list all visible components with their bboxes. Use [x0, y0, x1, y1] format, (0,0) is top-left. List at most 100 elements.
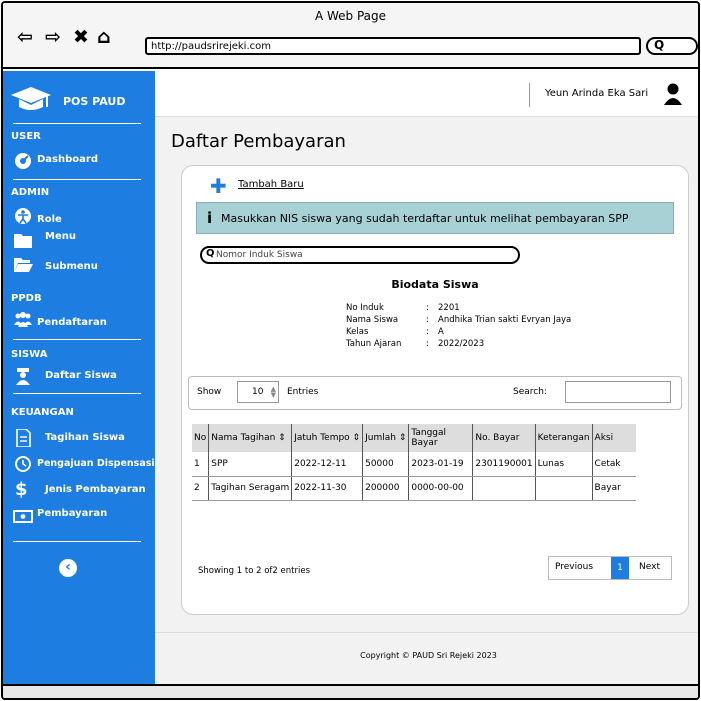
- folder-icon: [14, 234, 32, 248]
- sidebar-item-pendaftaran[interactable]: Pendaftaran: [11, 311, 155, 331]
- cell-no: 1: [192, 452, 210, 477]
- no-induk-label: No Induk: [346, 303, 384, 313]
- window-title: A Web Page: [314, 9, 387, 23]
- divider: [13, 123, 141, 124]
- header-divider: [529, 83, 530, 107]
- search-label: Search:: [513, 387, 547, 397]
- entries-label: Entries: [287, 387, 319, 397]
- close-icon[interactable]: ✖: [73, 27, 89, 47]
- previous-button[interactable]: Previous: [555, 562, 593, 572]
- sidebar-item-menu[interactable]: Menu: [11, 231, 155, 251]
- folder-open-icon: [14, 258, 33, 272]
- show-label: Show: [197, 387, 222, 397]
- table-controls: Show 10 ▲ ▼ Entries Search:: [188, 376, 682, 410]
- sidebar-item-label: Daftar Siswa: [45, 370, 117, 381]
- no-induk-value: 2201: [438, 303, 460, 313]
- accessibility-icon: [15, 208, 31, 224]
- cell-keterangan: [535, 476, 593, 501]
- table-search-input[interactable]: [565, 381, 671, 403]
- col-tanggal-bayar[interactable]: Tanggal Bayar: [408, 424, 474, 452]
- sidebar-item-tagihan-siswa[interactable]: Tagihan Siswa: [11, 429, 155, 449]
- col-nama-tagihan[interactable]: Nama Tagihan ⇕: [208, 424, 293, 452]
- collapse-sidebar-icon[interactable]: ‹: [59, 559, 77, 577]
- section-user: USER: [11, 131, 41, 142]
- col-keterangan[interactable]: Keterangan: [535, 424, 593, 452]
- cell-jumlah: 200000: [362, 476, 410, 501]
- divider: [13, 339, 141, 340]
- graduation-cap-icon: [11, 87, 51, 110]
- brand[interactable]: POS PAUD: [11, 85, 151, 117]
- col-jatuh-tempo[interactable]: Jatuh Tempo ⇕: [291, 424, 364, 452]
- section-siswa: SISWA: [11, 349, 48, 360]
- divider: [13, 541, 141, 542]
- payments-table: No Nama Tagihan ⇕ Jatuh Tempo ⇕ Jumlah ⇕…: [192, 424, 637, 501]
- sidebar: POS PAUD USER Dashboard ADMIN Role Menu …: [3, 71, 155, 689]
- browser-chrome: A Web Page ⇦ ⇨ ✖ ⌂ http://paudsrirejeki.…: [3, 3, 698, 69]
- sidebar-item-label: Pendaftaran: [37, 317, 107, 328]
- col-aksi: Aksi: [592, 424, 637, 452]
- back-arrow-icon[interactable]: ⇦: [17, 27, 33, 47]
- next-button[interactable]: Next: [639, 562, 660, 572]
- sidebar-item-submenu[interactable]: Submenu: [11, 255, 155, 275]
- table-row: 1 SPP 2022-12-11 50000 2023-01-19 230119…: [192, 452, 637, 477]
- table-header-row: No Nama Tagihan ⇕ Jatuh Tempo ⇕ Jumlah ⇕…: [192, 424, 637, 452]
- section-keuangan: KEUANGAN: [11, 407, 74, 418]
- col-no-bayar[interactable]: No. Bayar: [472, 424, 536, 452]
- sidebar-item-pengajuan-dispensasi[interactable]: Pengajuan Dispensasi: [11, 455, 155, 475]
- sidebar-item-role[interactable]: Role: [11, 207, 155, 227]
- entries-select[interactable]: 10 ▲ ▼: [237, 381, 279, 403]
- cell-no-bayar: 2301190001: [472, 452, 536, 477]
- page-1-button[interactable]: 1: [611, 557, 629, 579]
- footer-copyright: Copyright © PAUD Sri Rejeki 2023: [360, 651, 497, 660]
- nis-placeholder: Nomor Induk Siswa: [216, 250, 303, 260]
- url-bar[interactable]: http://paudsrirejeki.com: [145, 37, 641, 55]
- home-icon[interactable]: ⌂: [97, 27, 111, 47]
- cell-no-bayar: [472, 476, 536, 501]
- colon: :: [426, 327, 429, 337]
- money-bill-icon: [13, 510, 33, 523]
- colon: :: [426, 339, 429, 349]
- content-card: ✚ Tambah Baru i Masukkan NIS siswa yang …: [181, 165, 689, 615]
- main-content: Daftar Pembayaran ✚ Tambah Baru i Masukk…: [155, 117, 698, 689]
- cetak-button[interactable]: Cetak: [592, 452, 637, 477]
- forward-arrow-icon[interactable]: ⇨: [45, 27, 61, 47]
- student-icon: [16, 368, 30, 385]
- cell-tanggal-bayar: 0000-00-00: [408, 476, 474, 501]
- browser-search[interactable]: Q: [646, 37, 698, 55]
- sidebar-item-pembayaran[interactable]: Pembayaran: [11, 507, 155, 527]
- col-jumlah[interactable]: Jumlah ⇕: [362, 424, 410, 452]
- cell-jatuh-tempo: 2022-11-30: [291, 476, 364, 501]
- sidebar-item-label: Pengajuan Dispensasi: [37, 458, 155, 469]
- user-name[interactable]: Yeun Arinda Eka Sari: [545, 88, 648, 99]
- top-header: Yeun Arinda Eka Sari: [155, 71, 698, 117]
- sidebar-item-label: Pembayaran: [37, 508, 108, 519]
- bayar-button[interactable]: Bayar: [592, 476, 637, 501]
- user-avatar-icon[interactable]: [664, 83, 682, 105]
- cell-no: 2: [192, 476, 210, 501]
- sidebar-item-daftar-siswa[interactable]: Daftar Siswa: [11, 367, 155, 387]
- search-icon: Q: [654, 38, 665, 52]
- sidebar-item-label: Submenu: [45, 261, 98, 272]
- nama-value: Andhika Trian sakti Evryan Jaya: [438, 315, 572, 325]
- stepper-icon: ▲ ▼: [270, 385, 276, 399]
- document-icon: [16, 429, 31, 447]
- info-alert: i Masukkan NIS siswa yang sudah terdafta…: [196, 202, 674, 234]
- info-icon: i: [207, 209, 213, 227]
- divider: [13, 393, 141, 394]
- colon: :: [426, 315, 429, 325]
- sidebar-item-jenis-pembayaran[interactable]: $ Jenis Pembayaran: [11, 479, 155, 501]
- showing-entries: Showing 1 to 2 of2 entries: [198, 566, 311, 576]
- brand-name: POS PAUD: [63, 95, 126, 108]
- cell-keterangan: Lunas: [535, 452, 593, 477]
- cell-jumlah: 50000: [362, 452, 410, 477]
- entries-value: 10: [252, 387, 264, 397]
- dollar-icon: $: [15, 479, 28, 500]
- sidebar-item-dashboard[interactable]: Dashboard: [11, 151, 155, 171]
- add-new-label: Tambah Baru: [238, 179, 304, 190]
- sidebar-item-label: Tagihan Siswa: [45, 432, 125, 443]
- col-no[interactable]: No: [192, 424, 210, 452]
- search-icon: Q: [206, 248, 215, 259]
- nis-search-input[interactable]: Q Nomor Induk Siswa: [200, 246, 520, 264]
- sidebar-item-label: Dashboard: [37, 154, 98, 165]
- nama-label: Nama Siswa: [346, 315, 399, 325]
